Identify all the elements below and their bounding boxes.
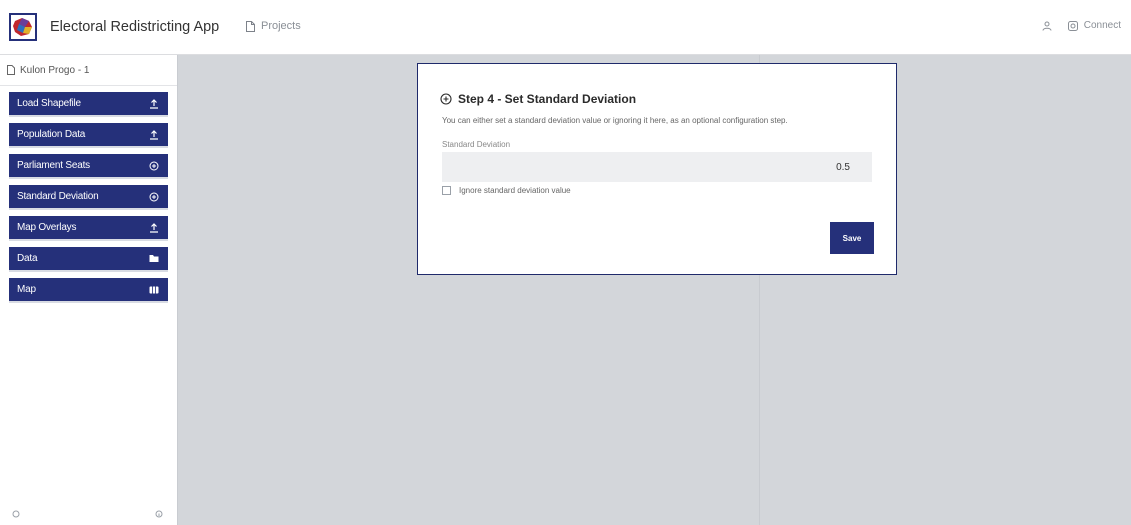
sidebar-item-label: Map Overlays bbox=[17, 222, 77, 233]
sidebar-item-map-overlays[interactable]: Map Overlays bbox=[9, 216, 168, 239]
plus-circle-icon bbox=[440, 93, 452, 105]
step-card: Step 4 - Set Standard Deviation You can … bbox=[417, 63, 897, 275]
top-bar: Electoral Redistricting App Projects Con… bbox=[0, 0, 1131, 55]
standard-deviation-input[interactable] bbox=[442, 152, 872, 182]
sidebar-item-map[interactable]: Map bbox=[9, 278, 168, 301]
sidebar-item-label: Population Data bbox=[17, 129, 86, 140]
sidebar-item-data[interactable]: Data bbox=[9, 247, 168, 270]
step-list: Load Shapefile Population Data Parliamen… bbox=[0, 86, 177, 301]
sidebar-item-parliament-seats[interactable]: Parliament Seats bbox=[9, 154, 168, 177]
sidebar-item-population-data[interactable]: Population Data bbox=[9, 123, 168, 146]
map-icon bbox=[148, 284, 160, 296]
upload-icon bbox=[148, 129, 160, 141]
sidebar-item-standard-deviation[interactable]: Standard Deviation bbox=[9, 185, 168, 208]
step-description: You can either set a standard deviation … bbox=[442, 116, 788, 125]
connect-label: Connect bbox=[1083, 20, 1121, 31]
upload-icon bbox=[148, 222, 160, 234]
step-title-text: Step 4 - Set Standard Deviation bbox=[458, 92, 637, 106]
folder-icon bbox=[148, 253, 160, 265]
sidebar-item-label: Load Shapefile bbox=[17, 98, 81, 109]
sidebar-footer bbox=[0, 503, 177, 525]
step-title: Step 4 - Set Standard Deviation bbox=[440, 92, 636, 106]
sidebar-item-load-shapefile[interactable]: Load Shapefile bbox=[9, 92, 168, 115]
connect-icon bbox=[1067, 20, 1078, 31]
ignore-checkbox-label: Ignore standard deviation value bbox=[459, 186, 571, 195]
info-icon[interactable] bbox=[155, 510, 163, 518]
connect-button[interactable]: Connect bbox=[1067, 20, 1121, 31]
sidebar-item-label: Map bbox=[17, 284, 36, 295]
sidebar-item-label: Standard Deviation bbox=[17, 191, 99, 202]
standard-deviation-label: Standard Deviation bbox=[442, 140, 511, 149]
sidebar-item-label: Parliament Seats bbox=[17, 160, 90, 171]
app-logo-icon bbox=[9, 13, 37, 41]
app-title: Electoral Redistricting App bbox=[50, 19, 220, 35]
projects-link[interactable]: Projects bbox=[246, 20, 301, 32]
project-name: Kulon Progo - 1 bbox=[20, 64, 90, 76]
document-icon bbox=[7, 65, 15, 75]
ignore-checkbox-row[interactable]: Ignore standard deviation value bbox=[442, 186, 571, 195]
project-name-row[interactable]: Kulon Progo - 1 bbox=[0, 55, 177, 86]
sidebar-item-label: Data bbox=[17, 253, 38, 264]
user-icon[interactable] bbox=[1042, 21, 1052, 31]
plus-circle-icon bbox=[148, 160, 160, 172]
plus-circle-icon bbox=[148, 191, 160, 203]
main-area: Step 4 - Set Standard Deviation You can … bbox=[178, 55, 1131, 525]
document-icon bbox=[246, 20, 255, 32]
upload-icon bbox=[148, 98, 160, 110]
ignore-checkbox[interactable] bbox=[442, 186, 451, 195]
sidebar: Kulon Progo - 1 Load Shapefile Populatio… bbox=[0, 55, 178, 525]
settings-icon[interactable] bbox=[12, 510, 20, 518]
projects-label: Projects bbox=[261, 20, 301, 32]
save-button[interactable]: Save bbox=[830, 222, 874, 254]
